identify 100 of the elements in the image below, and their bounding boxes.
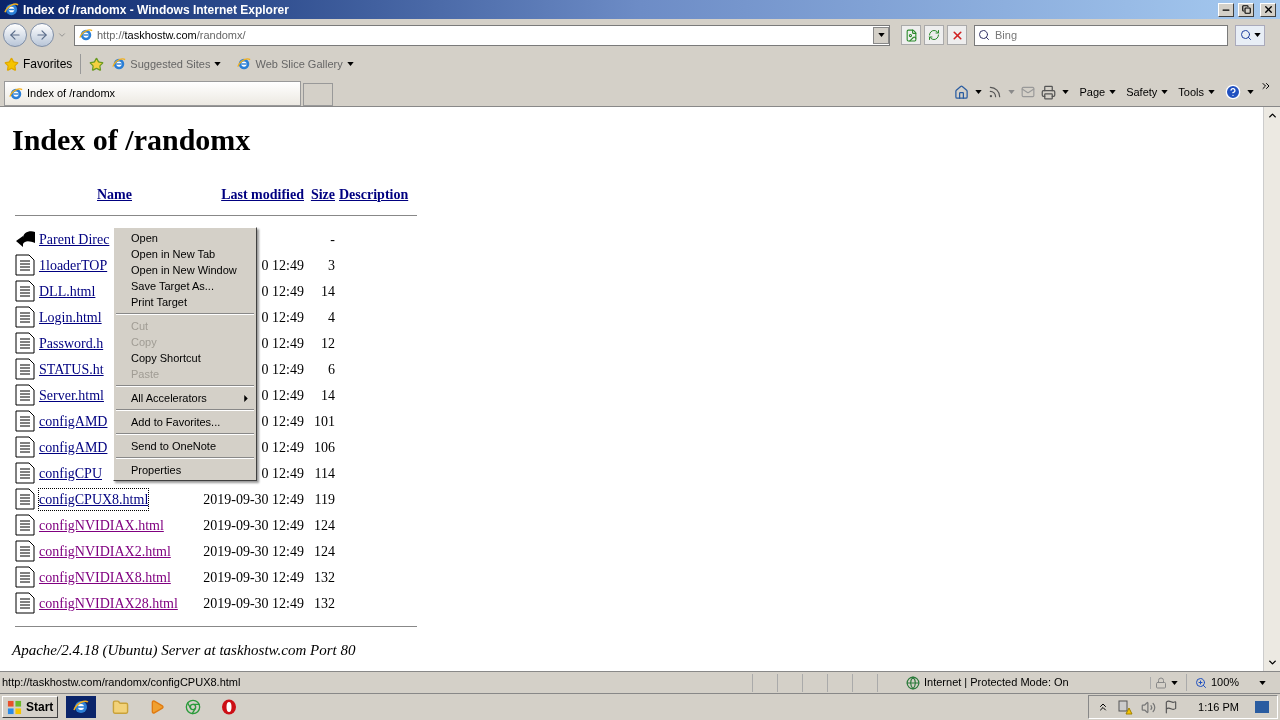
command-menu[interactable]: Safety (1126, 83, 1169, 101)
dropdown-arrow-icon[interactable] (214, 62, 222, 66)
file-link[interactable]: configNVIDIAX.html (39, 514, 164, 536)
file-size: - (330, 230, 335, 249)
dropdown-arrow-icon[interactable] (1247, 90, 1254, 94)
clock[interactable]: 1:16 PM (1198, 698, 1239, 716)
refresh-button[interactable] (924, 25, 944, 45)
server-signature: Apache/2.4.18 (Ubuntu) Server at taskhostw.com Port 80 (12, 641, 357, 660)
favorites-bar-item[interactable]: Suggested Sites (112, 55, 222, 73)
document-icon (15, 540, 35, 562)
dropdown-arrow-icon[interactable] (1161, 90, 1169, 94)
file-size: 132 (314, 568, 335, 587)
address-field[interactable]: http://taskhostw.com/randomx/ (74, 24, 890, 46)
search-button[interactable] (1235, 24, 1265, 46)
document-icon (15, 462, 35, 484)
file-size: 12 (321, 334, 335, 353)
page-heading: Index of /randomx (12, 125, 252, 155)
dropdown-arrow-icon[interactable] (877, 33, 885, 37)
window-title: Index of /randomx - Windows Internet Explorer (23, 1, 290, 19)
menu-item[interactable]: Copy Shortcut (114, 350, 256, 366)
feeds-icon[interactable] (988, 85, 1003, 99)
page-icon (237, 57, 252, 71)
forward-icon (35, 28, 49, 42)
file-link[interactable]: Password.h (39, 332, 104, 354)
file-size: 101 (314, 412, 335, 431)
file-link[interactable]: configAMD (39, 410, 108, 432)
minimize-button[interactable] (1218, 2, 1234, 17)
search-icon (1239, 29, 1252, 41)
taskbar-browser-button[interactable] (66, 696, 97, 718)
help-icon[interactable] (1225, 84, 1241, 100)
dropdown-arrow-icon[interactable] (1062, 90, 1070, 94)
file-link[interactable]: STATUS.ht (39, 358, 104, 380)
menu-item[interactable]: Send to OneNote (114, 438, 256, 454)
stop-button[interactable] (947, 25, 967, 45)
file-link[interactable]: Server.html (39, 384, 104, 406)
file-link[interactable]: DLL.html (39, 280, 96, 302)
modified-date: 2019-09-30 12:49 (203, 594, 304, 613)
menu-item[interactable]: All Accelerators (114, 390, 256, 406)
document-icon (15, 488, 35, 510)
home-icon[interactable] (954, 84, 970, 100)
dropdown-arrow-icon[interactable] (346, 62, 354, 66)
opera-icon[interactable] (221, 699, 238, 715)
file-link[interactable]: configCPUX8.html (39, 488, 149, 510)
modified-date: 0 12:49 (261, 308, 304, 327)
scroll-down-icon[interactable] (1266, 657, 1278, 668)
file-link[interactable]: configNVIDIAX28.html (39, 592, 178, 614)
file-link[interactable]: Login.html (39, 306, 102, 328)
menu-item[interactable]: Add to Favorites... (114, 414, 256, 430)
restore-button[interactable] (1238, 2, 1254, 17)
file-link[interactable]: 1loaderTOP (39, 254, 108, 276)
menu-item[interactable]: Open in New Window (114, 262, 256, 278)
dropdown-arrow-icon[interactable] (1253, 33, 1261, 37)
file-link[interactable]: configNVIDIAX8.html (39, 566, 171, 588)
document-icon (15, 254, 35, 276)
file-size: 6 (328, 360, 335, 379)
search-field[interactable]: Bing (974, 24, 1228, 46)
document-icon (15, 384, 35, 406)
scroll-up-icon[interactable] (1266, 110, 1278, 121)
dropdown-button[interactable] (873, 26, 889, 44)
back-button[interactable] (3, 23, 27, 47)
stop-icon (950, 28, 964, 42)
vertical-scrollbar[interactable] (1263, 107, 1280, 671)
dropdown-arrow-icon[interactable] (1259, 680, 1267, 685)
volume-icon[interactable] (1141, 699, 1157, 715)
close-button[interactable] (1260, 2, 1276, 17)
menu-item[interactable]: Open (114, 230, 256, 246)
forward-button[interactable] (30, 23, 54, 47)
document-icon (15, 358, 35, 380)
dropdown-arrow-icon[interactable] (1208, 90, 1215, 94)
column-header-link[interactable]: Last modified (221, 183, 304, 205)
dropdown-arrow-icon[interactable] (1171, 680, 1178, 685)
flag-icon[interactable] (1164, 700, 1179, 714)
file-size: 106 (314, 438, 335, 457)
zoom-button[interactable]: 100% (1186, 674, 1276, 691)
compatibility-button[interactable] (901, 25, 921, 45)
print-icon[interactable] (1041, 84, 1057, 100)
dropdown-arrow-icon[interactable] (975, 90, 983, 94)
file-link[interactable]: Parent Direc (39, 228, 110, 250)
file-link[interactable]: configNVIDIAX2.html (39, 540, 171, 562)
menu-item[interactable]: Save Target As... (114, 278, 256, 294)
dropdown-arrow-icon[interactable] (1109, 90, 1117, 94)
document-icon (15, 566, 35, 588)
star-icon (4, 56, 19, 72)
command-menu[interactable]: Page (1079, 83, 1117, 101)
column-header-link[interactable]: Description (339, 183, 409, 205)
more-icon[interactable] (1260, 80, 1272, 92)
browser-tab[interactable]: Index of /randomx (4, 81, 301, 106)
column-header-link[interactable]: Name (97, 183, 132, 205)
menu-item[interactable]: Open in New Tab (114, 246, 256, 262)
menu-item[interactable]: Print Target (114, 294, 256, 310)
menu-item[interactable]: Properties (114, 462, 256, 478)
favorites-button[interactable]: Favorites (4, 55, 73, 73)
start-button[interactable]: Start (2, 696, 59, 718)
modified-date: 2019-09-30 12:49 (203, 568, 304, 587)
command-menu[interactable]: Tools (1178, 83, 1215, 101)
favorites-bar-item[interactable]: Web Slice Gallery (237, 55, 354, 73)
file-link[interactable]: configAMD (39, 436, 108, 458)
column-header-link[interactable]: Size (310, 183, 335, 205)
file-link[interactable]: configCPU (39, 462, 102, 484)
document-icon (15, 436, 35, 458)
